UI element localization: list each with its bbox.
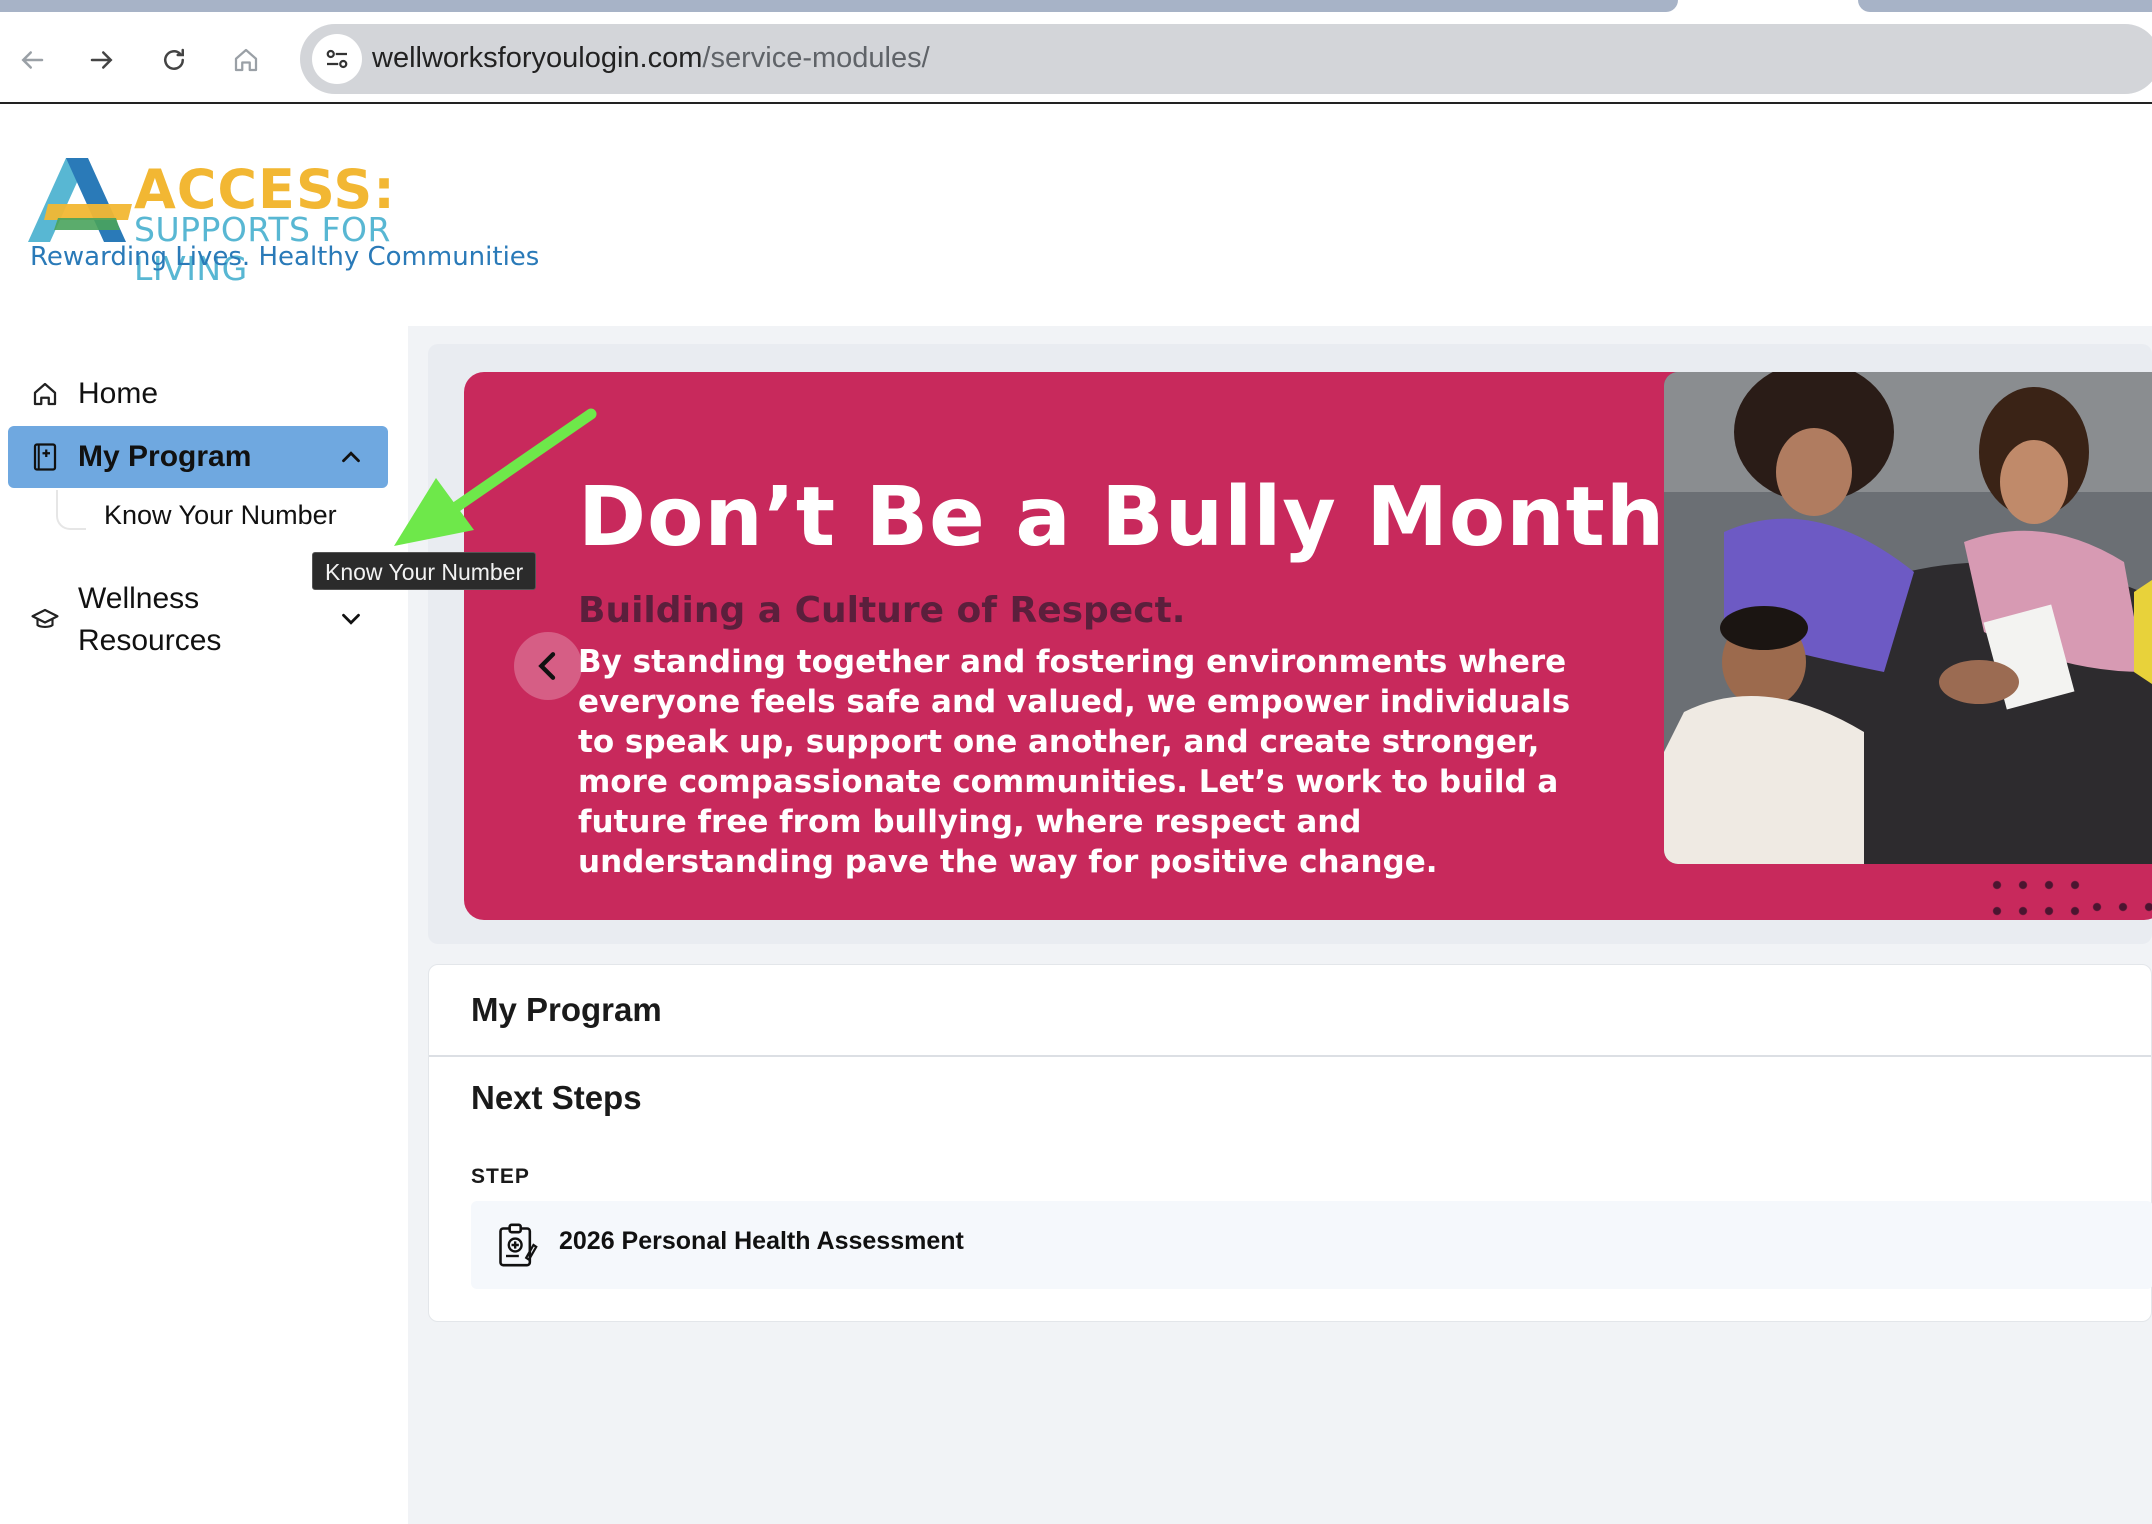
graduation-cap-icon — [28, 603, 62, 637]
carousel-prev-button[interactable] — [514, 632, 582, 700]
sidebar-item-home[interactable]: Home — [8, 372, 388, 416]
sidebar-item-label: Wellness Resources — [78, 578, 221, 662]
banner-subtitle: Building a Culture of Respect. — [578, 590, 1186, 631]
annotation-arrow-icon — [394, 408, 597, 546]
chevron-down-icon[interactable] — [336, 604, 366, 634]
home-button[interactable] — [224, 38, 268, 82]
tab-strip — [0, 0, 2152, 24]
chevron-up-icon[interactable] — [336, 442, 366, 472]
submenu-connector — [56, 490, 86, 530]
step-column-header: STEP — [471, 1165, 530, 1188]
chevron-left-icon — [538, 652, 556, 680]
arrow-left-icon — [21, 51, 44, 69]
browser-tab[interactable] — [0, 0, 1678, 12]
site-info-button[interactable] — [312, 34, 362, 84]
card-title: My Program — [471, 991, 662, 1028]
arrow-right-icon — [90, 51, 113, 69]
browser-tab[interactable] — [1858, 0, 2152, 12]
home-icon — [234, 48, 258, 72]
reload-icon — [164, 48, 184, 70]
main-content: Don’t Be a Bully Month Building a Cultur… — [408, 326, 2152, 1524]
url-text[interactable]: wellworksforyoulogin.com/service-modules… — [372, 42, 930, 75]
url-path: /service-modules/ — [702, 42, 930, 74]
sidebar-nav: Home My Program Know Your Number Wellnes… — [0, 330, 405, 1524]
medical-book-icon — [28, 440, 62, 474]
wellness-line-1: Wellness — [78, 582, 200, 615]
url-domain: wellworksforyoulogin.com — [372, 42, 703, 74]
sidebar-item-label: Home — [78, 377, 159, 410]
banner-photo — [1664, 372, 2152, 864]
sidebar-item-my-program[interactable]: My Program — [8, 426, 388, 488]
banner-title: Don’t Be a Bully Month — [578, 470, 1666, 565]
step-title[interactable]: 2026 Personal Health Assessment — [559, 1227, 964, 1256]
banner-body: By standing together and fostering envir… — [578, 644, 1571, 880]
back-button[interactable] — [10, 38, 54, 82]
tune-icon — [326, 49, 348, 69]
forward-button[interactable] — [80, 38, 124, 82]
address-bar[interactable]: wellworksforyoulogin.com/service-modules… — [300, 24, 2152, 94]
logo-tagline: Rewarding Lives. Healthy Communities — [30, 242, 540, 272]
home-icon — [28, 377, 62, 411]
decorative-dots — [2084, 894, 2152, 920]
access-logo-mark-icon — [28, 158, 132, 242]
browser-toolbar: wellworksforyoulogin.com/service-modules… — [0, 24, 2152, 104]
step-row[interactable]: 2026 Personal Health Assessment — [471, 1201, 2152, 1289]
tooltip: Know Your Number — [312, 552, 537, 590]
sidebar-item-label: My Program — [78, 440, 252, 473]
site-logo[interactable]: ACCESS: SUPPORTS FOR LIVING Rewarding Li… — [28, 158, 539, 288]
my-program-card: My Program Next Steps STEP 2026 Personal… — [428, 964, 2152, 1322]
sidebar-subitem-know-your-number[interactable]: Know Your Number — [104, 500, 337, 531]
next-steps-heading: Next Steps — [471, 1079, 642, 1116]
divider — [429, 1055, 2151, 1057]
wellness-line-2: Resources — [78, 624, 222, 657]
reload-button[interactable] — [152, 38, 196, 82]
clipboard-health-icon — [499, 1223, 538, 1267]
